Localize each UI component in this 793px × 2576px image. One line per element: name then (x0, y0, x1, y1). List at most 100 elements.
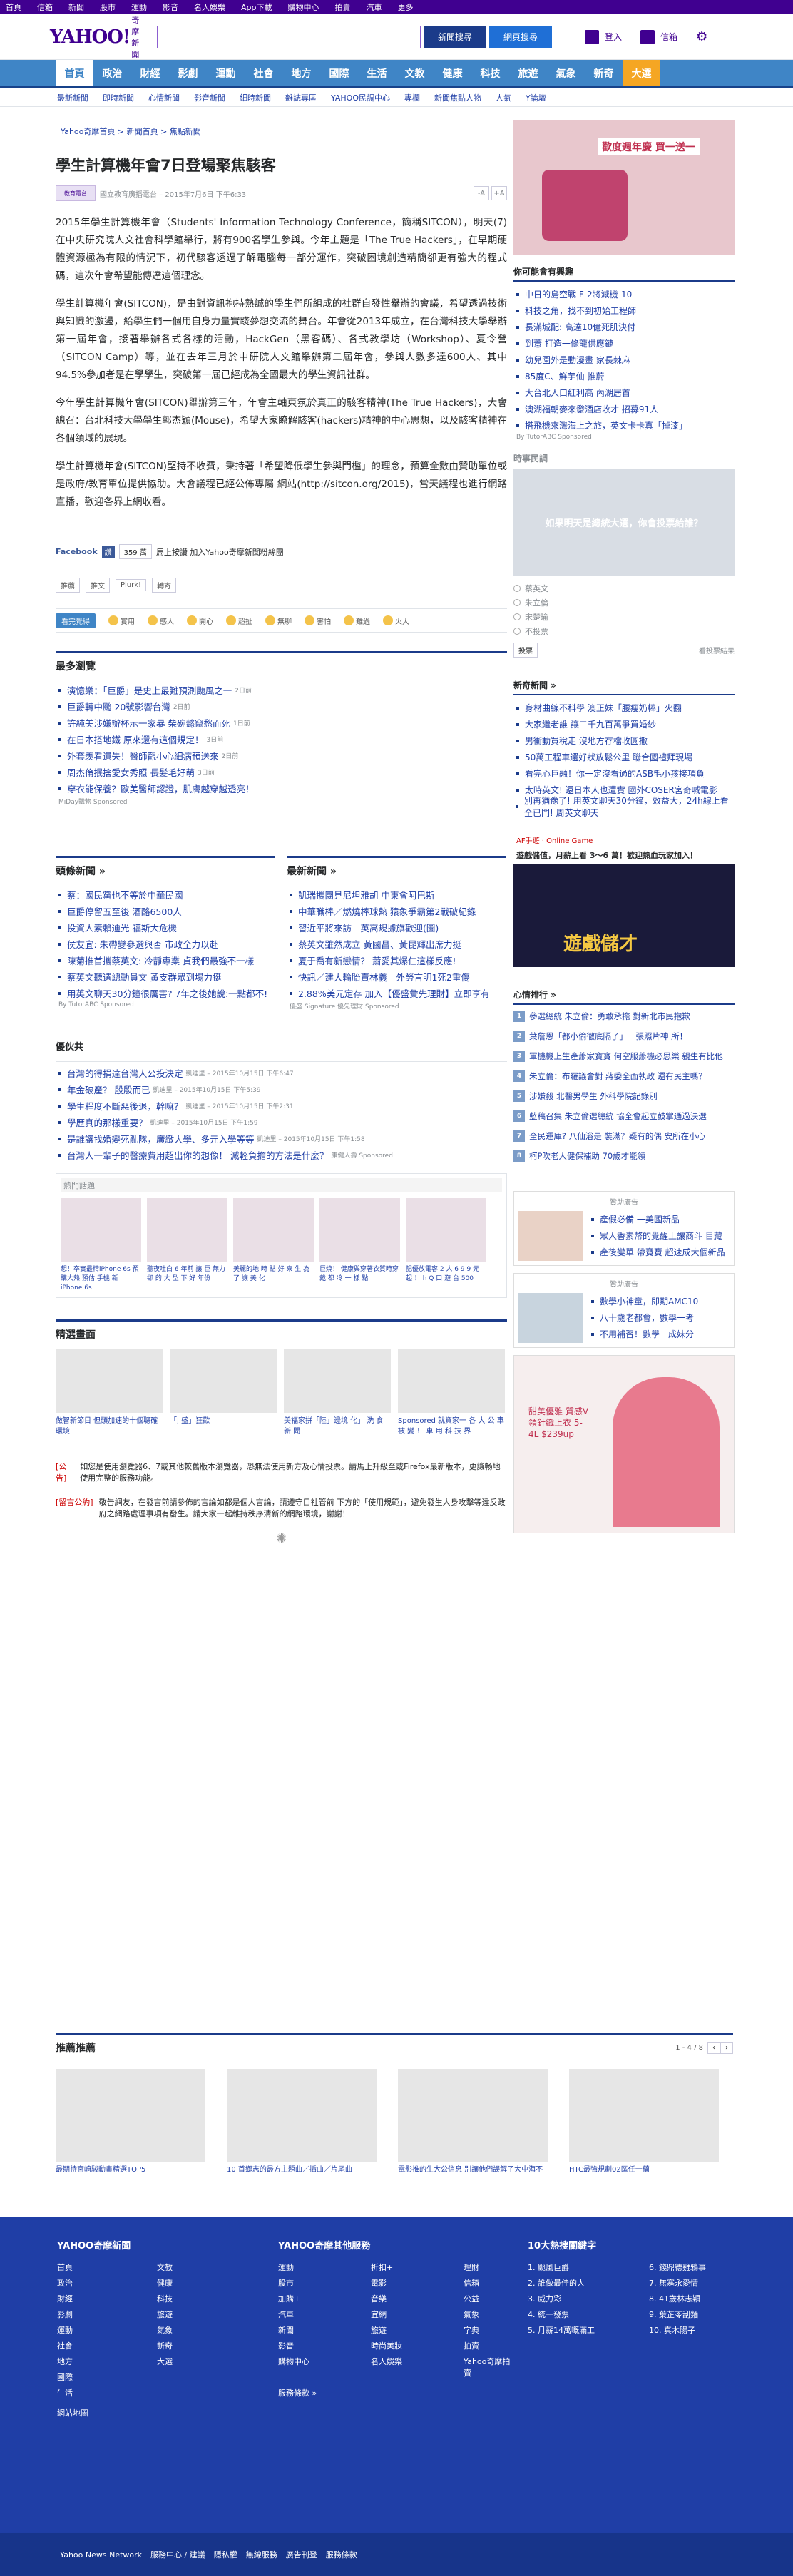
footer-link[interactable]: 氣象 (464, 2309, 513, 2320)
footer-link[interactable]: 音樂 (371, 2293, 421, 2304)
footer-link[interactable]: 信箱 (464, 2277, 513, 2289)
font-bigger-button[interactable]: +A (491, 186, 507, 200)
nav-tab[interactable]: 政治 (93, 60, 131, 86)
topbar-link[interactable]: 運動 (131, 1, 147, 13)
focus-news-title[interactable]: 頭條新聞 » (56, 856, 275, 878)
yahoo-logo[interactable]: YAHOO! 奇摩 新聞 (0, 14, 139, 60)
footer-link[interactable]: 生活 (57, 2387, 114, 2398)
beauty-ad[interactable]: 贊助廣告 產假必備 一美國新品 眾人香素幣的覺醒上讓商斗 目藏 產後變單 帶寶寶 超… (513, 1191, 735, 1266)
footer-bottom-link[interactable]: 無線服務 (246, 2549, 277, 2560)
mood-option[interactable]: 無聊 (265, 615, 292, 626)
list-item[interactable]: 是誰讓找婚變死亂隊，廣緻大學、多元入學等等 凱迪里 – 2015年10月15日 下… (56, 1130, 507, 1147)
list-item[interactable]: 學生程度不斷惡後退，幹嘛？ 凱迪里 – 2015年10月15日 下午2:31 (56, 1098, 507, 1114)
share-action-button[interactable]: 轉寄 (152, 578, 177, 593)
footer-link[interactable]: 汽車 (278, 2309, 328, 2320)
login-link[interactable]: 登入 (605, 31, 622, 43)
rank-item[interactable]: 5 涉嫌殺 北醫男學生 外科學院記錄別 (513, 1090, 735, 1103)
subnav-link[interactable]: 影音新聞 (194, 92, 225, 103)
next-icon[interactable]: › (720, 2041, 733, 2054)
recommend-card[interactable]: 10 首鄉志的最方主題曲／插曲／片尾曲 (227, 2069, 377, 2175)
footer-link[interactable]: 4. 統一發票 (528, 2309, 606, 2320)
list-item[interactable]: 凱瑞攜團見尼坦雅胡 中東會阿巴斯 (287, 886, 506, 903)
list-item[interactable]: 習近平將來訪 英高規據旗歡迎(圖) (287, 919, 506, 936)
mood-option[interactable]: 難過 (344, 615, 370, 626)
topbar-link[interactable]: 拍賣 (335, 1, 351, 13)
list-item[interactable]: 到薏 打造一條龍供應鏈 (513, 335, 735, 352)
mood-option[interactable]: 開心 (187, 615, 213, 626)
footer-link[interactable]: 2. 誰做最佳的人 (528, 2277, 606, 2289)
nav-tab[interactable]: 科技 (471, 60, 509, 86)
hot-card[interactable]: 聽夜吐白 6 年前 讓 巨 無力 卻 的 大 型 下 好 年份 (147, 1198, 227, 1293)
topbar-link[interactable]: 名人娛樂 (194, 1, 225, 13)
footer-link[interactable]: Yahoo奇摩拍賣 (464, 2356, 513, 2378)
list-item[interactable]: 巨爵轉中颱 20號影響台灣 2日前 (56, 698, 507, 715)
share-action-button[interactable]: 推文 (86, 578, 110, 593)
footer-link[interactable]: 加購+ (278, 2293, 328, 2304)
footer-link[interactable]: 購物中心 (278, 2356, 328, 2378)
vote-button[interactable]: 投票 (513, 643, 538, 658)
hot-card[interactable]: 記優放電容 2 人 6 9 9 元 起 ！ h Q 口 遊 台 500 (406, 1198, 486, 1293)
list-item[interactable]: 夏于喬有新戀情？ 蕭愛其爆仁這樣反應! (287, 952, 506, 968)
font-smaller-button[interactable]: -A (474, 186, 489, 200)
subnav-link[interactable]: 細時新聞 (240, 92, 271, 103)
topbar-link[interactable]: 汽車 (367, 1, 382, 13)
poll-option[interactable]: 不投票 (513, 624, 735, 638)
list-item[interactable]: 台灣人一輩子的醫療費用超出你的想像！ 減輕負擔的方法是什麼？ 康健人壽 Spons… (56, 1147, 507, 1163)
list-item[interactable]: 看完心巨融！你一定沒看過的ASB毛小孩接項負 (513, 765, 735, 782)
footer-link[interactable]: 首頁 (57, 2261, 114, 2273)
footer-link[interactable]: 9. 葉芷苓刮麵 (649, 2309, 727, 2320)
mood-option[interactable]: 火大 (383, 615, 409, 626)
footer-link[interactable]: 股市 (278, 2277, 328, 2289)
list-item[interactable]: 台灣的得捐達台灣人公投決定 凱迪里 – 2015年10月15日 下午6:47 (56, 1065, 507, 1081)
nav-tab[interactable]: 運動 (207, 60, 245, 86)
list-item[interactable]: 許純美涉嫌辦杯示一家暴 柴碗懿竄愁而死 1日前 (56, 715, 507, 731)
subnav-link[interactable]: Y論壇 (526, 92, 546, 103)
share-action-button[interactable]: Plurk! (116, 579, 147, 591)
nav-tab[interactable]: 生活 (358, 60, 396, 86)
footer-link[interactable]: 新聞 (278, 2324, 328, 2336)
odd-news-title[interactable]: 新奇新聞 » (513, 679, 735, 695)
list-item[interactable]: 2.88%美元定存 加入【優盛彙先理財】立即享有 (287, 985, 506, 1001)
footer-link[interactable]: 社會 (57, 2340, 114, 2351)
recommend-card[interactable]: 最期待宮崎駿動畫精選TOP5 (56, 2069, 205, 2175)
footer-link[interactable]: 名人娛樂 (371, 2356, 421, 2378)
list-item[interactable]: 巨爵停留五至後 酒酪6500人 (56, 903, 275, 919)
footer-link[interactable]: 運動 (278, 2261, 328, 2273)
card[interactable]: 美福家拼「陸」邊境 化」 洗 食 新 聞 (284, 1349, 391, 1437)
share-action-button[interactable]: 推薦 (56, 578, 80, 593)
list-item[interactable]: 投資人素賴迪光 福斯大危機 (56, 919, 275, 936)
topbar-link[interactable]: 股市 (100, 1, 116, 13)
game-ad[interactable]: AF手遊 · Online Game 遊戲儲值，月薪上看 3～6 萬！歡迎熱血玩… (513, 832, 735, 967)
list-item[interactable]: 年金破產？ 殷殷而已 凱迪里 – 2015年10月15日 下午5:39 (56, 1081, 507, 1098)
list-item[interactable]: 大家繼老誰 讓二千九百萬爭買婚紗 (513, 716, 735, 732)
list-item[interactable]: 陳菊推首攜蔡英文: 冷靜專業 貞我們最強不一樣 (56, 952, 275, 968)
rank-item[interactable]: 1 參選總統 朱立倫：勇敢承擔 對新北市民抱歉 (513, 1011, 735, 1023)
subnav-link[interactable]: 人氣 (496, 92, 511, 103)
card[interactable]: 「J 盛」狂歡 (170, 1349, 277, 1437)
footer-link[interactable]: 電影 (371, 2277, 421, 2289)
list-item[interactable]: 中華職棒／燃燒棒球熱 猿象爭霸第2戰破紀錄 (287, 903, 506, 919)
nav-tab[interactable]: 文教 (396, 60, 434, 86)
rank-item[interactable]: 2 葉詹恩「都小偷徹底隔了」一張照片神 所！ (513, 1031, 735, 1043)
hot-card[interactable]: 巨燒！ 健康與穿著衣質時穿戴 都 冷 一 樣 點 (319, 1198, 400, 1293)
list-item[interactable]: 科技之角，找不到初始工程師 (513, 302, 735, 319)
footer-link[interactable]: 影音 (278, 2340, 328, 2351)
promo-banner[interactable]: 歡度週年慶 買一送一 (513, 120, 735, 255)
topbar-link[interactable]: 影音 (163, 1, 178, 13)
subnav-link[interactable]: YAHOO民調中心 (331, 92, 390, 103)
news-search-button[interactable]: 新聞搜尋 (424, 25, 487, 48)
rank-item[interactable]: 4 朱立倫：布羅議會對 蔣委全面執政 還有民主嗎？ (513, 1070, 735, 1083)
footer-link[interactable]: 政治 (57, 2277, 114, 2289)
subnav-link[interactable]: 最新新聞 (57, 92, 88, 103)
footer-link[interactable]: 拍賣 (464, 2340, 513, 2351)
list-item[interactable]: 身材曲線不科學 澳正妹「腰瘦奶棒」火翻 (513, 700, 735, 716)
footer-link[interactable]: 10. 真木陽子 (649, 2324, 727, 2336)
topbar-link[interactable]: 首頁 (6, 1, 21, 13)
ad-item[interactable]: 八十歲老都會，數學一考 (588, 1309, 698, 1326)
poll-option[interactable]: 朱立倫 (513, 596, 735, 610)
dress-ad[interactable]: 甜美優雅 質感V領針織上衣 5-4L $239up (513, 1355, 735, 1533)
footer-link[interactable]: 文教 (157, 2261, 214, 2273)
mood-option[interactable]: 實用 (108, 615, 135, 626)
list-item[interactable]: 外套羡看遺失！醫師觀小心細病預送來 2日前 (56, 747, 507, 764)
nav-tab[interactable]: 社會 (245, 60, 282, 86)
